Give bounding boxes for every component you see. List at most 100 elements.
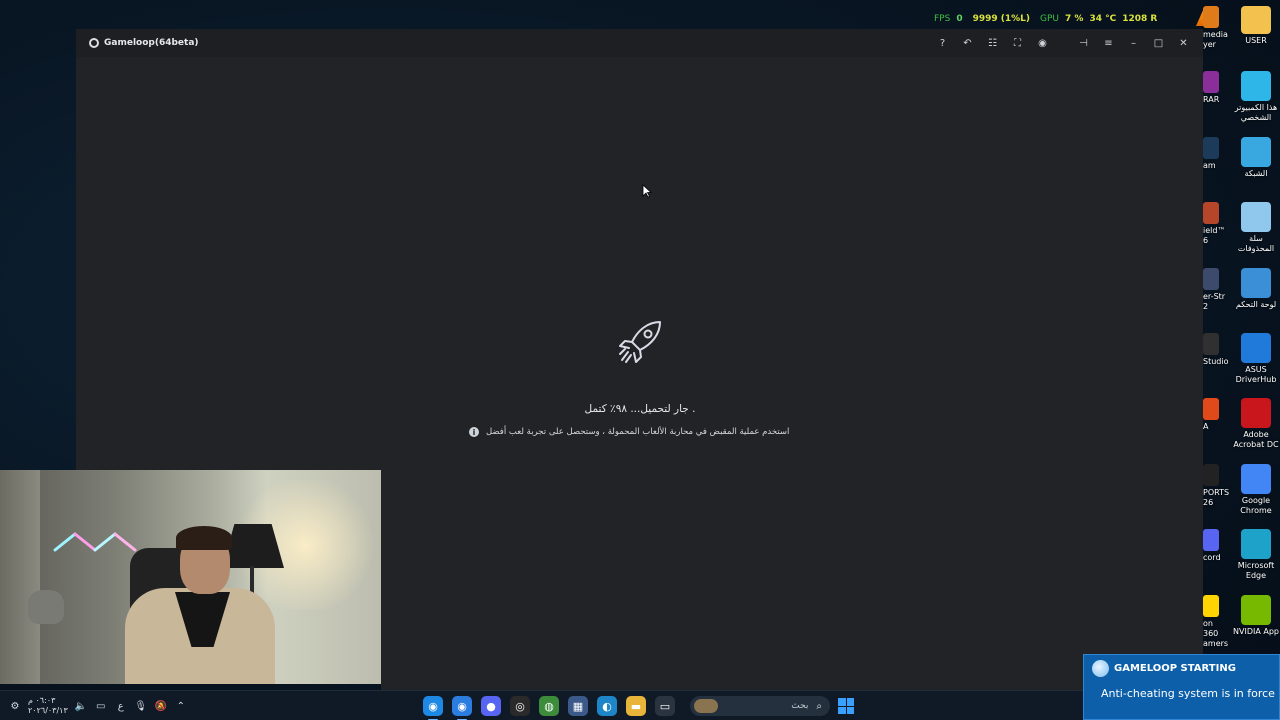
start-button[interactable] bbox=[838, 698, 854, 714]
loading-status: . جار لتحميل... ٩٨٪ كتمل bbox=[584, 403, 696, 415]
network-tray-icon[interactable]: ▭ bbox=[94, 701, 108, 712]
toast-message: Anti-cheating system is in force bbox=[1101, 687, 1275, 700]
menu-icon[interactable]: ≡ bbox=[1101, 38, 1116, 49]
steam-icon bbox=[1203, 136, 1219, 159]
gameloop-app-icon[interactable]: ◉ bbox=[423, 696, 443, 720]
desktop-shortcut[interactable]: PORTS 26 bbox=[1203, 463, 1230, 508]
desktop-icons: media yer RAR am ield™ 6 er-Str 2 Studio A PORT… bbox=[1203, 0, 1280, 690]
language-indicator[interactable]: ع bbox=[114, 701, 128, 712]
desktop-shortcut-label: am bbox=[1203, 160, 1216, 170]
window-title: Gameloop(64beta) bbox=[104, 38, 199, 48]
desktop-shortcut[interactable]: RAR bbox=[1203, 71, 1227, 105]
search-box[interactable]: بحث ⌕ bbox=[690, 696, 830, 716]
desktop-shortcut[interactable]: سلة المحذوفات bbox=[1232, 202, 1280, 254]
desktop-shortcut-label: PORTS 26 bbox=[1203, 487, 1230, 507]
volume-icon[interactable]: 🔈 bbox=[74, 701, 88, 712]
keyboard-mapping-icon[interactable]: ☷ bbox=[985, 38, 1000, 49]
desktop-shortcut[interactable]: NVIDIA App bbox=[1232, 594, 1280, 637]
desktop-shortcut-label: on 360 amers bbox=[1203, 618, 1229, 648]
chrome-app-icon[interactable]: ◍ bbox=[539, 696, 559, 716]
undo-icon[interactable]: ↶ bbox=[960, 38, 975, 49]
adobe-acrobat-icon bbox=[1241, 398, 1271, 429]
desktop-shortcut-label: ASUS DriverHub bbox=[1235, 365, 1277, 384]
desktop-shortcut-label: cord bbox=[1203, 553, 1221, 563]
winrar-icon bbox=[1203, 71, 1219, 94]
webcam-feed bbox=[0, 470, 381, 684]
show-hidden-icons-chevron[interactable]: ⌃ bbox=[174, 701, 188, 712]
desktop-shortcut[interactable]: ield™ 6 bbox=[1203, 202, 1227, 246]
battlefield-icon bbox=[1203, 202, 1219, 225]
clock-date: ٢٠٢٦/٠٣/١٣ bbox=[28, 706, 68, 715]
chrome-icon bbox=[1241, 463, 1271, 494]
desktop-shortcut[interactable]: لوحة التحكم bbox=[1232, 267, 1280, 310]
sports-icon bbox=[1203, 463, 1219, 486]
desktop-shortcut-label: NVIDIA App bbox=[1233, 626, 1279, 636]
clock[interactable]: ٠٦:٠٣ م ٢٠٢٦/٠٣/١٣ bbox=[28, 696, 68, 716]
fps-value: 0 bbox=[956, 14, 963, 24]
desktop-shortcut[interactable]: er-Str 2 bbox=[1203, 267, 1227, 312]
store-app-icon[interactable]: ▦ bbox=[568, 696, 588, 716]
maximize-icon[interactable]: □ bbox=[1151, 38, 1166, 49]
gameloop-running-icon[interactable]: ◉ bbox=[452, 696, 472, 720]
info-icon: i bbox=[469, 427, 479, 437]
desktop-shortcut-label: Studio bbox=[1203, 357, 1229, 366]
account-icon[interactable]: ◉ bbox=[1035, 38, 1050, 49]
desktop-shortcut[interactable]: A bbox=[1203, 398, 1227, 432]
this-pc-icon bbox=[1241, 71, 1271, 102]
desktop-shortcut-label: RAR bbox=[1203, 95, 1220, 105]
neon-light-panel bbox=[53, 532, 137, 552]
gpu-label: GPU bbox=[1040, 14, 1060, 24]
desktop-shortcut[interactable]: cord bbox=[1203, 529, 1227, 563]
clock-time: ٠٦:٠٣ م bbox=[28, 696, 56, 705]
rocket-icon bbox=[619, 321, 661, 363]
game-a-icon bbox=[1203, 398, 1219, 421]
desktop-shortcut[interactable]: on 360 amers bbox=[1203, 594, 1229, 649]
desktop-shortcut-label: media yer bbox=[1203, 30, 1228, 49]
desktop-shortcut[interactable]: am bbox=[1203, 136, 1227, 171]
desktop-shortcut[interactable]: ASUS DriverHub bbox=[1232, 333, 1280, 385]
desktop-shortcut[interactable]: media yer bbox=[1203, 6, 1228, 50]
control-panel-icon bbox=[1241, 267, 1271, 298]
cat-plush bbox=[28, 590, 64, 624]
discord-icon bbox=[1203, 529, 1219, 552]
pinned-apps: ◉ ◉ ● ◎ ◍ ▦ ◐ ▬ ▭ bbox=[423, 691, 675, 720]
norton-icon bbox=[1203, 594, 1219, 617]
desktop-shortcut[interactable]: Microsoft Edge bbox=[1232, 529, 1280, 581]
discord-app-icon[interactable]: ● bbox=[481, 696, 501, 716]
search-highlight-image bbox=[694, 699, 718, 713]
counter-strike-icon bbox=[1203, 267, 1219, 290]
file-explorer-icon[interactable]: ▬ bbox=[626, 696, 646, 716]
edge-app-icon[interactable]: ◐ bbox=[597, 696, 617, 716]
desktop-shortcut-label: الشبكة bbox=[1244, 168, 1268, 178]
desktop-shortcut-label: er-Str 2 bbox=[1203, 291, 1226, 311]
gameloop-logo-icon bbox=[89, 38, 99, 48]
desktop-shortcut-label: لوحة التحكم bbox=[1235, 299, 1277, 309]
fullscreen-icon[interactable]: ⛶ bbox=[1010, 38, 1025, 49]
desktop-shortcut-label: Adobe Acrobat DC bbox=[1233, 430, 1279, 450]
desktop-shortcut-label: ield™ 6 bbox=[1203, 226, 1226, 246]
notification-muted-icon[interactable]: 🔕 bbox=[154, 701, 168, 712]
obs-studio-icon bbox=[1203, 333, 1219, 355]
title-bar[interactable]: Gameloop(64beta) ? ↶ ☷ ⛶ ◉ ⊣ ≡ – □ ✕ bbox=[76, 29, 1203, 57]
desktop-shortcut[interactable]: هذا الكمبيوتر الشخصي bbox=[1232, 71, 1280, 123]
edge-icon bbox=[1241, 529, 1271, 560]
help-icon[interactable]: ? bbox=[935, 38, 950, 49]
desktop-shortcut-label: هذا الكمبيوتر الشخصي bbox=[1234, 103, 1278, 123]
settings-gear-icon[interactable]: ⚙ bbox=[8, 701, 22, 712]
desktop-shortcut[interactable]: الشبكة bbox=[1232, 136, 1280, 179]
minimize-icon[interactable]: – bbox=[1126, 38, 1141, 49]
obs-app-icon[interactable]: ◎ bbox=[510, 696, 530, 716]
close-icon[interactable]: ✕ bbox=[1176, 38, 1191, 49]
pin-icon[interactable]: ⊣ bbox=[1076, 38, 1091, 49]
gameloop-toast[interactable]: GAMELOOP STARTING Anti-cheating system i… bbox=[1083, 654, 1280, 720]
desktop-shortcut[interactable]: Studio bbox=[1203, 333, 1229, 367]
tip-text: استخدم عملية المقبض في محاربة الألعاب ال… bbox=[486, 427, 790, 437]
desktop-shortcut-label: Google Chrome bbox=[1240, 495, 1272, 515]
desktop-shortcut[interactable]: Google Chrome bbox=[1232, 463, 1280, 516]
desktop-shortcut[interactable]: Adobe Acrobat DC bbox=[1232, 398, 1280, 450]
microphone-icon[interactable]: 🎙 bbox=[134, 701, 148, 712]
task-view-icon[interactable]: ▭ bbox=[655, 696, 675, 716]
network-icon bbox=[1241, 136, 1271, 167]
desktop-shortcut[interactable]: USER bbox=[1232, 6, 1280, 46]
gpu-temp: 34 °C bbox=[1089, 14, 1117, 24]
